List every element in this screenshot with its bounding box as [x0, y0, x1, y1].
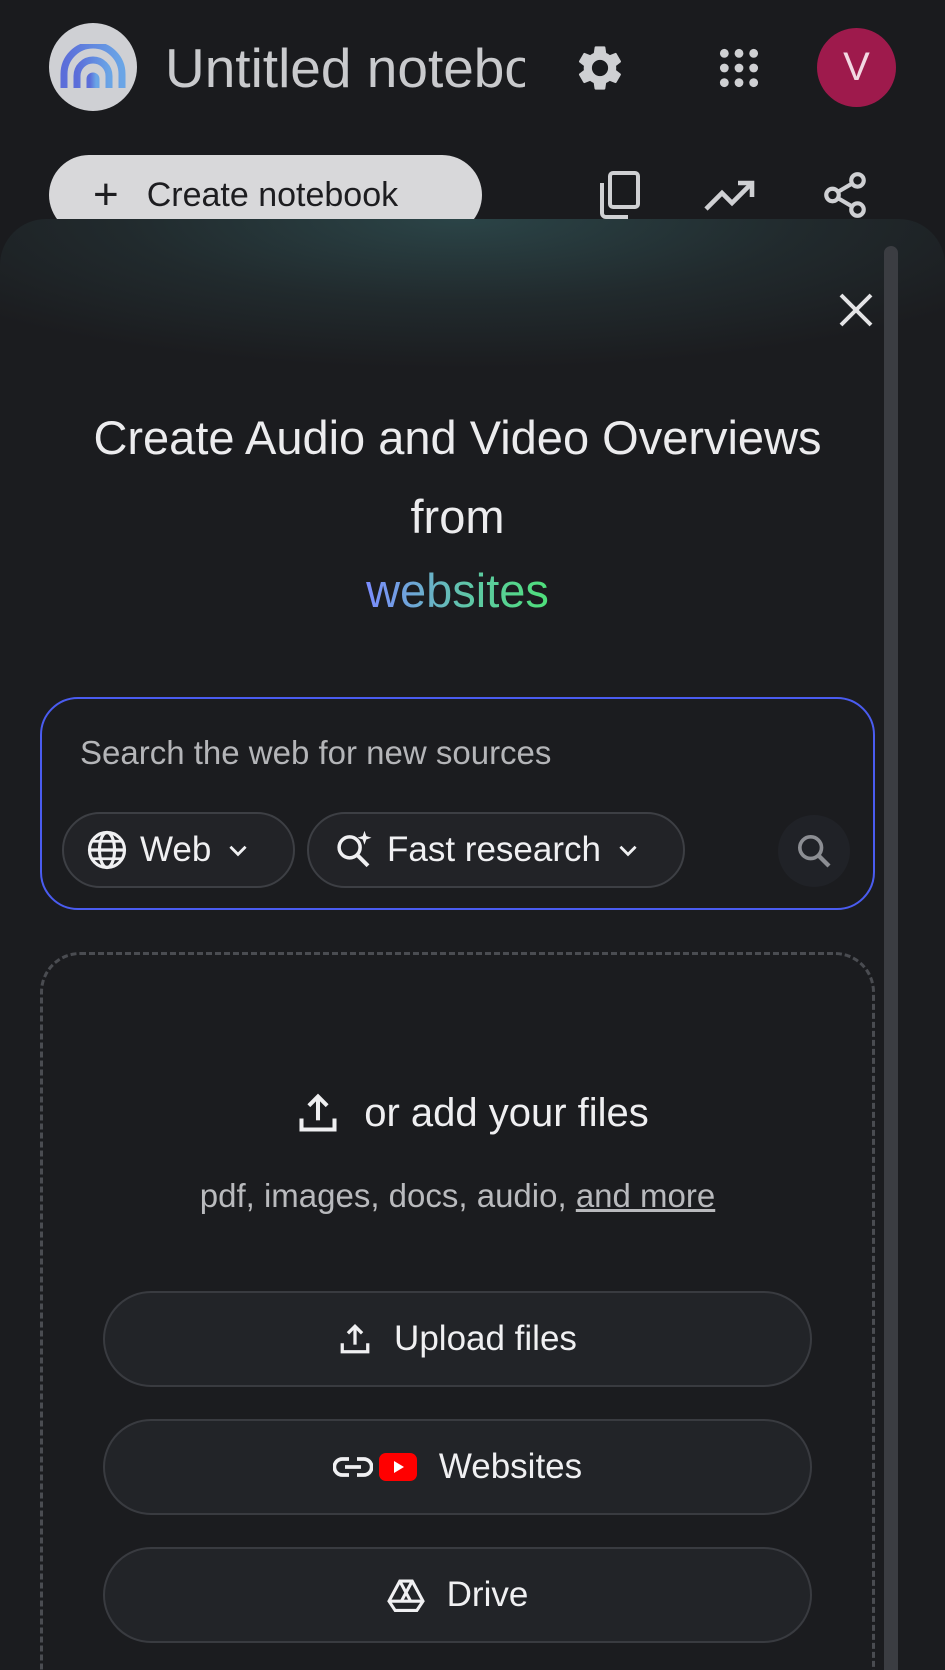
upload-files-button[interactable]: Upload files — [103, 1291, 812, 1387]
notebook-title[interactable]: Untitled notebook — [165, 30, 525, 106]
notebook-page: Untitled notebook V + Create notebook — [0, 0, 945, 1670]
apps-button[interactable] — [704, 33, 774, 103]
headline-highlight: websites — [40, 555, 875, 627]
avatar[interactable]: V — [817, 28, 896, 107]
share-icon — [824, 172, 866, 218]
upload-icon — [338, 1322, 372, 1356]
close-icon — [839, 293, 873, 327]
websites-label: Websites — [438, 1447, 583, 1486]
research-mode-label: Fast research — [387, 830, 601, 869]
source-type-dropdown[interactable]: Web — [62, 812, 295, 888]
settings-button[interactable] — [565, 33, 635, 103]
plus-icon: + — [93, 170, 119, 219]
formats-text: pdf, images, docs, audio, — [199, 1177, 576, 1214]
source-type-label: Web — [140, 830, 212, 869]
chevron-down-icon — [225, 837, 251, 863]
upload-files-label: Upload files — [394, 1319, 577, 1358]
add-files-label: or add your files — [364, 1090, 649, 1135]
create-notebook-label: Create notebook — [146, 175, 399, 214]
search-submit-button[interactable] — [778, 815, 850, 887]
drive-icon — [386, 1578, 425, 1612]
scrollbar[interactable] — [884, 246, 898, 1670]
add-files-heading: or add your files — [0, 1085, 945, 1141]
highlight-word: websites — [366, 564, 549, 617]
notebooklm-logo-icon — [60, 44, 126, 88]
drive-label: Drive — [446, 1575, 529, 1614]
copy-icon — [600, 171, 640, 219]
research-mode-dropdown[interactable]: Fast research — [307, 812, 685, 888]
notebooklm-logo[interactable] — [49, 23, 137, 111]
close-button[interactable] — [826, 280, 886, 340]
sheet-headline: Create Audio and Video Overviews from — [93, 411, 822, 543]
and-more-link[interactable]: and more — [576, 1177, 715, 1214]
globe-icon — [87, 830, 127, 870]
youtube-icon — [378, 1453, 417, 1481]
apps-grid-icon — [719, 48, 759, 88]
top-bar: Untitled notebook V — [0, 0, 945, 140]
search-icon — [798, 835, 831, 868]
link-icon — [332, 1454, 373, 1480]
web-search-box: Web Fast research — [40, 697, 875, 910]
websites-button[interactable]: Websites — [103, 1419, 812, 1515]
search-input[interactable] — [78, 727, 782, 779]
drive-button[interactable]: Drive — [103, 1547, 812, 1643]
chevron-down-icon — [615, 837, 641, 863]
trending-up-icon — [704, 180, 755, 211]
upload-icon — [296, 1091, 340, 1135]
supported-formats: pdf, images, docs, audio, and more — [0, 1177, 915, 1215]
search-sparkle-icon — [337, 830, 372, 868]
gear-icon — [578, 46, 622, 90]
